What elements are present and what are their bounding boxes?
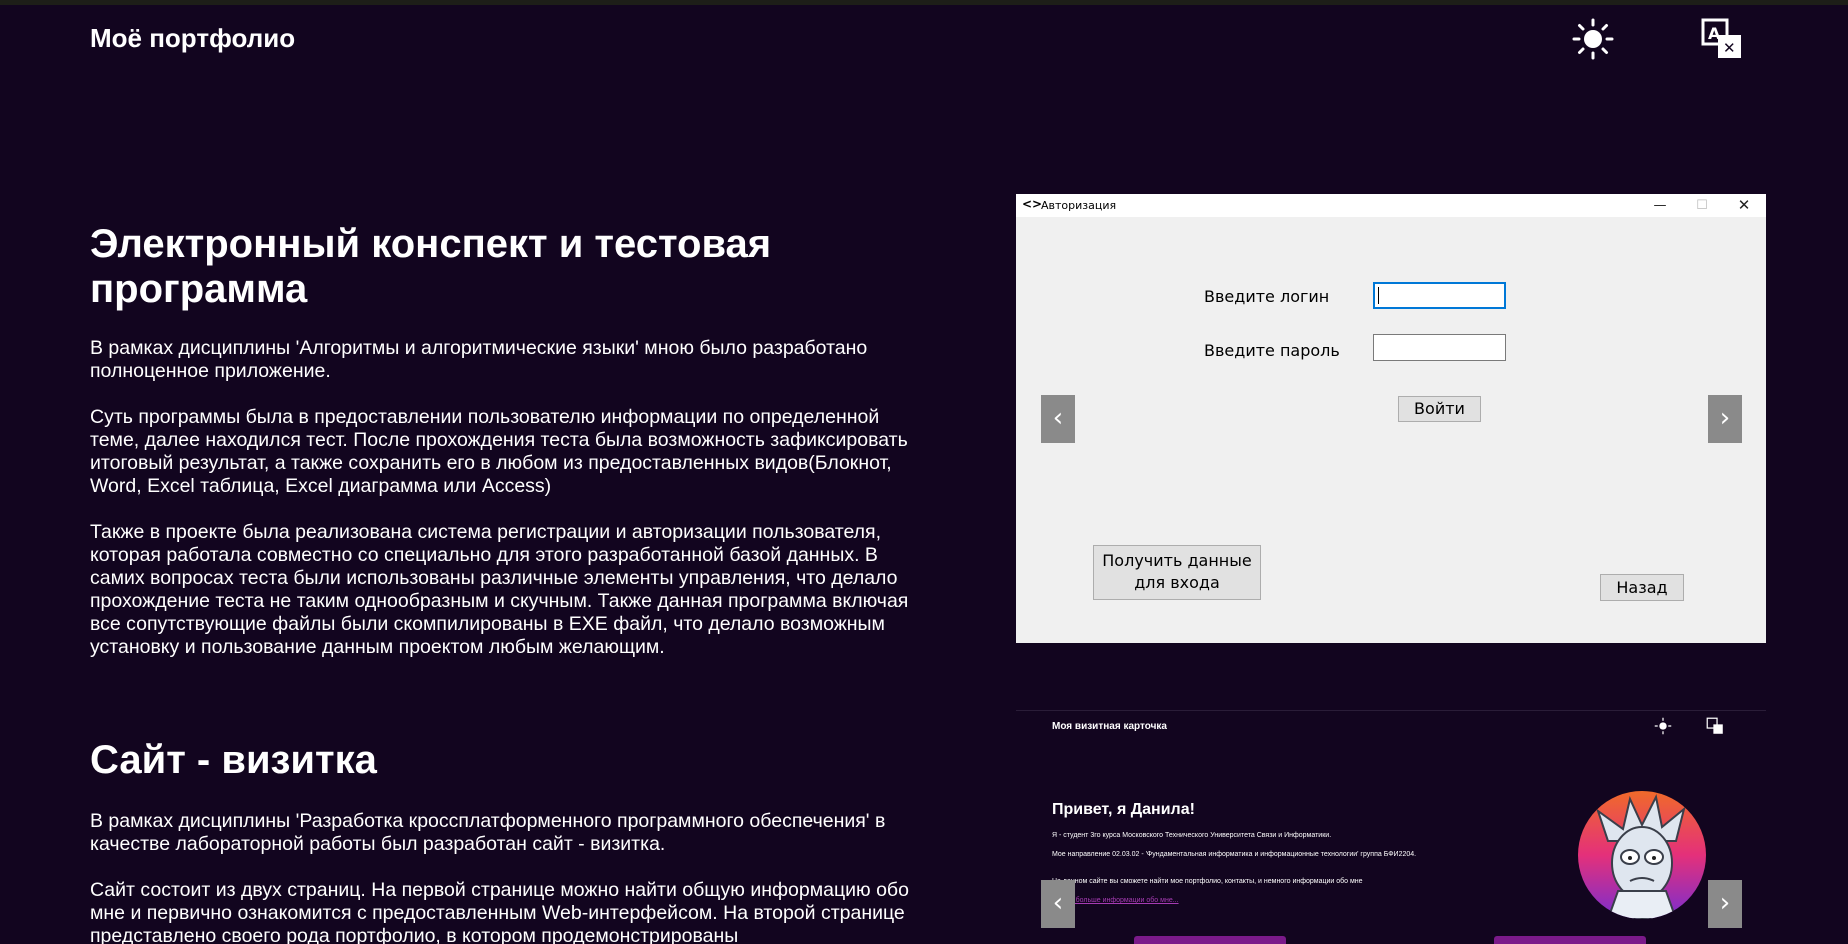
mini-site-paragraph-1: Я - студент 3го курса Московского Технич… [1052, 832, 1332, 839]
translate-icon[interactable]: A ✕ [1700, 17, 1744, 61]
login-label: Введите логин [1204, 287, 1330, 306]
code-icon: <> [1022, 197, 1043, 211]
window-titlebar: <> Авторизация — ☐ ✕ [1016, 194, 1766, 217]
project2-paragraph-1: В рамках дисциплины 'Разработка кросспла… [90, 810, 886, 855]
project1-paragraph-1: В рамках дисциплины 'Алгоритмы и алгорит… [90, 337, 868, 382]
site-brand[interactable]: Моё портфолио [90, 23, 295, 54]
window-title: Авторизация [1041, 199, 1117, 212]
site-header: Моё портфолио A ✕ [0, 5, 1848, 69]
get-login-data-button[interactable]: Получить данные для входа [1093, 545, 1261, 600]
carousel-next-button[interactable]: › [1708, 395, 1742, 443]
back-button[interactable]: Назад [1600, 574, 1684, 601]
login-button[interactable]: Войти [1398, 396, 1481, 422]
sun-icon [1654, 717, 1672, 735]
mini-site-bar-left [1134, 936, 1286, 944]
translate-icon [1706, 717, 1723, 734]
login-input[interactable] [1373, 282, 1506, 309]
maximize-button[interactable]: ☐ [1682, 194, 1722, 217]
project1-title: Электронный конспект и тестовая программ… [90, 222, 772, 311]
carousel2-next-button[interactable]: › [1708, 880, 1742, 928]
avatar [1578, 791, 1706, 919]
minimize-button[interactable]: — [1640, 194, 1680, 217]
project2-paragraph-2: Сайт состоит из двух страниц. На первой … [90, 879, 909, 944]
carousel-prev-button[interactable]: ‹ [1041, 395, 1075, 443]
close-button[interactable]: ✕ [1724, 194, 1764, 217]
auth-window-screenshot: <> Авторизация — ☐ ✕ Введите логин Введи… [1016, 194, 1766, 643]
password-label: Введите пароль [1204, 341, 1340, 360]
mini-site-bar-right [1494, 936, 1646, 944]
project1-paragraph-3: Также в проекте была реализована система… [90, 521, 909, 658]
mini-site-paragraph-2: Мое направление 02.03.02 - 'Фундаменталь… [1052, 851, 1417, 858]
sun-icon[interactable] [1571, 17, 1615, 61]
project2-title: Сайт - визитка [90, 738, 377, 782]
password-input[interactable] [1373, 334, 1506, 361]
svg-text:✕: ✕ [1723, 39, 1736, 57]
project1-paragraph-2: Суть программы была в предоставлении пол… [90, 406, 908, 497]
mini-site-greeting: Привет, я Данила! [1052, 801, 1195, 818]
mini-site-paragraph-3: На данном сайте вы сможете найти мое пор… [1052, 878, 1363, 885]
mini-site-brand: Моя визитная карточка [1052, 721, 1167, 732]
carousel2-prev-button[interactable]: ‹ [1041, 880, 1075, 928]
business-card-site-screenshot: Моя визитная карточка Привет, я Данила! … [1016, 710, 1766, 944]
